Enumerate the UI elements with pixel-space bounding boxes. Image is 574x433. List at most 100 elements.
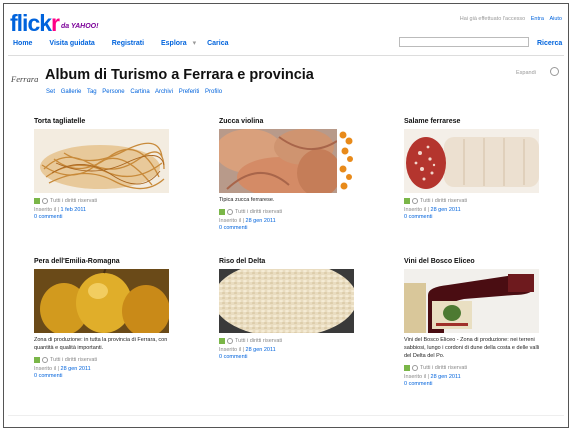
signin-prompt: Hai già effettuato l'accesso [459,16,526,22]
photo-item: Vini del Bosco Eliceo Vini del Bosco Eli… [404,258,544,387]
nav-tour[interactable]: Visita guidata [49,40,94,47]
copyright-icon [227,209,233,215]
license-text: Tutti i diritti riservati [235,209,283,215]
inserted-date-link[interactable]: 28 gen 2011 [431,374,461,380]
inserted-date: Inserito il | 28 gen 2011 [219,347,276,353]
photo-title[interactable]: Salame ferrarese [404,118,544,128]
subnav-map[interactable]: Cartina [130,89,149,95]
subnav-archives[interactable]: Archivi [155,89,173,95]
copyright-icon [412,198,418,204]
license-text: Tutti i diritti riservati [235,338,283,344]
photo-title[interactable]: Pera dell'Emilia-Romagna [34,258,174,268]
signin-link[interactable]: Entra [531,16,544,22]
photo-title[interactable]: Riso del Delta [219,258,359,268]
copyright-icon [42,198,48,204]
license-row: Tutti i diritti riservati [219,337,359,345]
license-row: Tutti i diritti riservati [34,197,174,205]
subnav-people[interactable]: Persone [102,89,124,95]
photo-thumbnail[interactable] [219,269,354,333]
license-text: Tutti i diritti riservati [50,357,98,363]
photo-item: Salame ferrarese Tutti i diritti riserva… [404,118,544,220]
photo-item: Pera dell'Emilia-Romagna Zona di produzi… [34,258,174,379]
license-text: Tutti i diritti riservati [420,198,468,204]
license-green-icon [219,338,225,344]
subnav-favorites[interactable]: Preferiti [179,89,200,95]
photo-item: Torta tagliatelle Tutti i diritti riserv… [34,118,174,220]
inserted-date-link[interactable]: 28 gen 2011 [246,218,276,224]
inserted-prefix: Inserito il [34,366,57,372]
license-row: Tutti i diritti riservati [219,208,359,216]
photo-thumbnail[interactable] [219,129,354,193]
subnav-tags[interactable]: Tag [87,89,97,95]
logo-text: flick [10,10,52,36]
yahoo-label: da YAHOO! [60,23,99,30]
nav-explore[interactable]: Esplora [161,40,187,47]
flickr-logo[interactable]: flickr da YAHOO! [10,12,98,38]
share-icon[interactable] [550,67,559,76]
share-label[interactable]: Espandi [516,70,536,76]
main-nav: Home Visita guidata Registrati Esplora ▾… [13,39,244,47]
inserted-prefix: Inserito il [219,218,242,224]
search-input[interactable] [399,37,529,47]
nav-signup[interactable]: Registrati [112,40,144,47]
photo-title[interactable]: Torta tagliatelle [34,118,174,128]
license-green-icon [34,357,40,363]
comments-link[interactable]: 0 commenti [219,354,359,360]
inserted-date-link[interactable]: 28 gen 2011 [61,366,91,372]
photo-title[interactable]: Vini del Bosco Eliceo [404,258,544,268]
page-title: Album di Turismo a Ferrara e provincia [45,67,314,83]
search-button[interactable]: Ricerca [537,40,562,47]
logo-accent: r [51,10,60,36]
photo-thumbnail[interactable] [34,269,169,333]
help-link[interactable]: Aiuto [549,16,562,22]
chevron-down-icon[interactable]: ▾ [193,40,197,47]
license-text: Tutti i diritti riservati [420,365,468,371]
inserted-prefix: Inserito il [404,374,427,380]
inserted-prefix: Inserito il [219,347,242,353]
subnav-profile[interactable]: Profilo [205,89,222,95]
photo-item: Zucca violina Tipica zucca ferrarese. Tu… [219,118,359,231]
inserted-date-link[interactable]: 28 gen 2011 [246,347,276,353]
nav-home[interactable]: Home [13,40,32,47]
photo-thumbnail[interactable] [404,129,539,193]
license-text: Tutti i diritti riservati [50,198,98,204]
photo-description: Zona di produzione: in tutta la provinci… [34,337,168,351]
album-subnav: Set Gallerie Tag Persone Cartina Archivi… [46,89,226,95]
copyright-icon [412,365,418,371]
photo-description: Tipica zucca ferrarese. [219,197,275,203]
inserted-prefix: Inserito il [34,207,57,213]
copyright-icon [227,338,233,344]
license-green-icon [219,209,225,215]
inserted-date: Inserito il | 28 gen 2011 [404,207,461,213]
license-row: Tutti i diritti riservati [404,364,544,372]
photo-item: Riso del Delta Tutti i diritti riservati… [219,258,359,360]
inserted-date: Inserito il | 1 feb 2011 [34,207,87,213]
license-green-icon [34,198,40,204]
inserted-date-link[interactable]: 28 gen 2011 [431,207,461,213]
buddy-icon[interactable]: Ferrara [11,74,38,91]
subnav-galleries[interactable]: Gallerie [61,89,82,95]
photo-thumbnail[interactable] [404,269,539,333]
nav-upload[interactable]: Carica [207,40,228,47]
subnav-set[interactable]: Set [46,89,55,95]
license-green-icon [404,198,410,204]
inserted-date: Inserito il | 28 gen 2011 [219,218,276,224]
footer-divider [8,415,564,416]
inserted-date: Inserito il | 28 gen 2011 [34,366,91,372]
photo-title[interactable]: Zucca violina [219,118,359,128]
header-divider [8,55,564,56]
license-row: Tutti i diritti riservati [404,197,544,205]
license-row: Tutti i diritti riservati [34,356,174,364]
inserted-prefix: Inserito il [404,207,427,213]
comments-link[interactable]: 0 commenti [404,381,544,387]
license-green-icon [404,365,410,371]
comments-link[interactable]: 0 commenti [404,214,544,220]
photo-thumbnail[interactable] [34,129,169,193]
comments-link[interactable]: 0 commenti [34,214,174,220]
copyright-icon [42,357,48,363]
account-links: Hai già effettuato l'accesso Entra Aiuto [460,16,562,22]
photo-description: Vini del Bosco Eliceo - Zona di produzio… [404,337,540,359]
inserted-date-link[interactable]: 1 feb 2011 [61,207,87,213]
comments-link[interactable]: 0 commenti [219,225,359,231]
comments-link[interactable]: 0 commenti [34,373,174,379]
